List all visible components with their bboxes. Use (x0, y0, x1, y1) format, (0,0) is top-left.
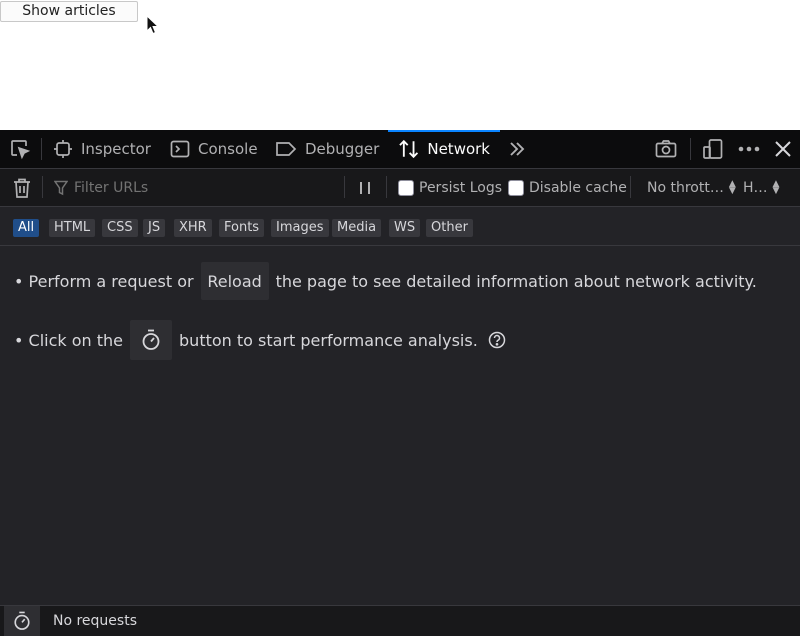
filter-icon (54, 180, 68, 195)
persist-logs-checkbox[interactable]: Persist Logs (398, 169, 502, 206)
tab-debugger[interactable]: Debugger (265, 130, 389, 168)
type-filter-js[interactable]: JS (143, 219, 166, 237)
status-performance-button[interactable] (4, 606, 40, 636)
filter-separator (42, 176, 43, 198)
type-filter-media[interactable]: Media (332, 219, 382, 237)
type-filter-html[interactable]: HTML (49, 219, 96, 237)
type-filter-fonts[interactable]: Fonts (219, 219, 265, 237)
element-picker-button[interactable] (6, 130, 34, 168)
type-filter-css[interactable]: CSS (102, 219, 138, 237)
close-icon (775, 141, 791, 157)
type-filter-ws[interactable]: WS (389, 219, 421, 237)
network-arrows-icon (399, 139, 419, 159)
har-menu-select[interactable]: H… ▲ ▼ (743, 169, 779, 206)
reload-notice: • Perform a request or Reload the page t… (14, 261, 757, 301)
pause-icon (360, 181, 370, 194)
element-picker-icon (11, 140, 31, 160)
more-options-icon (738, 146, 760, 152)
select-arrows-icon: ▲ ▼ (728, 178, 736, 196)
tab-network-label: Network (427, 140, 490, 158)
devtools-panel: Inspector Console Debugger Network Filte… (0, 130, 800, 636)
type-filter-other[interactable]: Other (426, 219, 473, 237)
network-status-bar: No requests (0, 605, 800, 636)
tab-inspector-label: Inspector (81, 140, 151, 158)
disable-cache-check[interactable] (508, 179, 524, 196)
network-filter-bar: Persist Logs Disable cache No thrott… ▲▼… (0, 169, 800, 207)
trash-icon (14, 178, 30, 198)
filter-urls-box[interactable] (54, 169, 324, 206)
pause-recording-button[interactable] (356, 169, 374, 206)
chevron-double-right-icon (510, 142, 525, 156)
responsive-design-button[interactable] (701, 130, 725, 168)
performance-notice: • Click on the button to start performan… (14, 320, 506, 360)
tab-console[interactable]: Console (160, 130, 268, 168)
screenshot-button[interactable] (653, 130, 679, 168)
debugger-icon (276, 142, 297, 156)
performance-notice-suffix: button to start performance analysis. (179, 330, 478, 350)
stopwatch-icon (142, 329, 160, 350)
disable-cache-label: Disable cache (529, 179, 627, 196)
request-type-filters: All HTML CSS JS XHR Fonts Images Media W… (0, 207, 800, 246)
filter-separator (344, 176, 345, 198)
performance-help-link[interactable] (488, 331, 506, 349)
toolbar-separator (41, 138, 42, 160)
persist-logs-label: Persist Logs (419, 179, 503, 196)
camera-icon (655, 140, 677, 158)
mouse-cursor-icon (146, 15, 160, 35)
tab-network[interactable]: Network (388, 130, 500, 168)
inspector-icon (54, 140, 72, 158)
help-icon (488, 331, 506, 349)
stopwatch-icon (14, 611, 30, 630)
show-articles-button[interactable]: Show articles (0, 1, 138, 22)
type-filter-all[interactable]: All (13, 219, 40, 237)
network-empty-notice: • Perform a request or Reload the page t… (0, 246, 800, 605)
tab-debugger-label: Debugger (305, 140, 380, 158)
type-filter-images[interactable]: Images (271, 219, 329, 237)
console-icon (170, 140, 190, 158)
disable-cache-checkbox[interactable]: Disable cache (508, 169, 627, 206)
tab-inspector[interactable]: Inspector (43, 130, 161, 168)
filter-urls-input[interactable] (74, 179, 324, 196)
select-arrows-icon: ▲ ▼ (772, 178, 780, 196)
throttling-select-label: No thrott… (647, 179, 724, 196)
filter-separator (630, 176, 631, 198)
more-options-button[interactable] (736, 130, 762, 168)
performance-notice-prefix: • Click on the (14, 330, 124, 350)
close-devtools-button[interactable] (772, 130, 794, 168)
web-page-area: Show articles (0, 0, 800, 130)
persist-logs-check[interactable] (398, 179, 414, 196)
reload-notice-suffix: the page to see detailed information abo… (275, 271, 757, 291)
reload-button[interactable]: Reload (200, 262, 269, 300)
throttling-select[interactable]: No thrott… ▲ ▼ (647, 169, 736, 206)
har-menu-label: H… (743, 179, 768, 196)
filter-separator (386, 176, 387, 198)
devtools-toolbar: Inspector Console Debugger Network (0, 130, 800, 169)
performance-analysis-button[interactable] (130, 320, 173, 360)
responsive-design-icon (703, 139, 723, 159)
type-filter-xhr[interactable]: XHR (174, 219, 212, 237)
toolbar-separator (690, 138, 691, 160)
tab-console-label: Console (198, 140, 258, 158)
request-count-summary: No requests (53, 613, 137, 629)
reload-notice-prefix: • Perform a request or (14, 271, 194, 291)
more-tabs-button[interactable] (505, 130, 529, 168)
clear-button[interactable] (10, 169, 34, 206)
